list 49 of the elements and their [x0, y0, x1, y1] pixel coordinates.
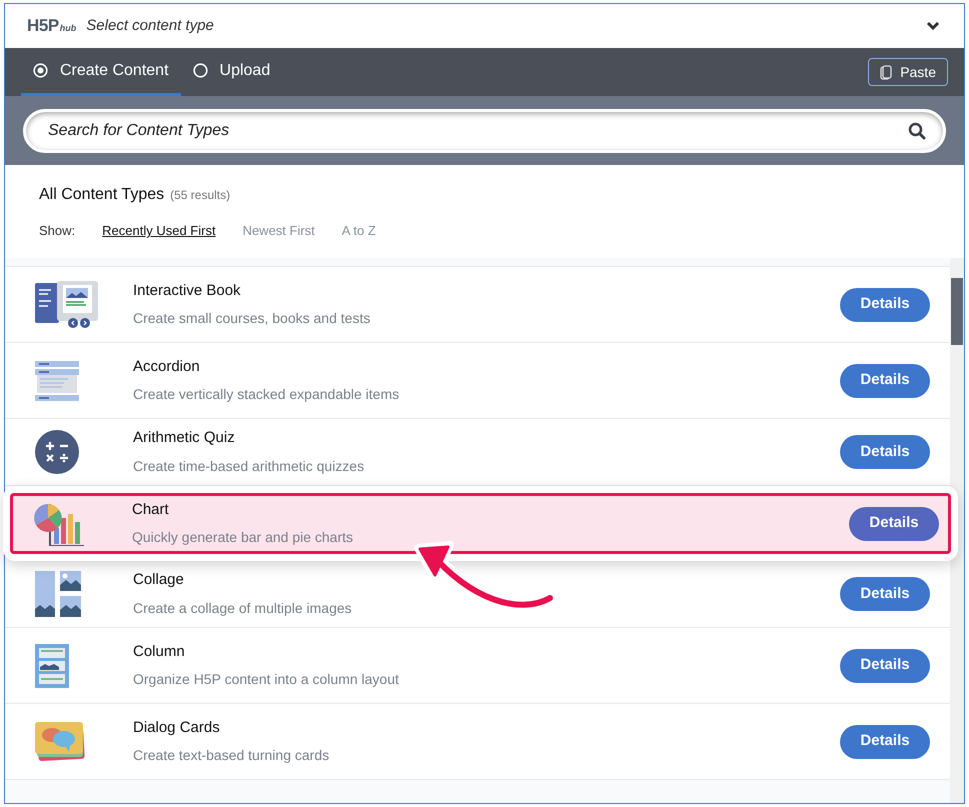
list-row[interactable]: Accordion Create vertically stacked expandable items Details — [5, 343, 950, 419]
list-row[interactable]: Interactive Book Create small courses, books and tests Details — [5, 267, 950, 343]
list-row[interactable]: Column Organize H5P content into a column layout Details — [5, 628, 950, 704]
details-button[interactable]: Details — [849, 506, 939, 540]
cards-icon — [35, 722, 87, 762]
content-type-title: Dialog Cards — [133, 718, 221, 738]
content-type-description: Create vertically stacked expandable items — [133, 385, 400, 404]
results-count: (55 results) — [170, 187, 230, 204]
content-type-title: Interactive Book — [133, 280, 242, 301]
search-field[interactable]: Search for Content Types — [23, 108, 946, 152]
paste-button[interactable]: Paste — [868, 58, 948, 86]
accordion-icon — [35, 360, 79, 400]
show-label: Show: — [39, 222, 76, 240]
content-type-description: Create small courses, books and tests — [133, 309, 372, 328]
column-layout-icon — [35, 644, 69, 688]
details-button[interactable]: Details — [840, 435, 930, 469]
tab[interactable]: Upload — [180, 48, 282, 96]
clipboard-icon — [880, 64, 892, 80]
chart-icon — [34, 502, 86, 546]
details-button[interactable]: Details — [840, 288, 930, 322]
content-type-title: Column — [133, 642, 186, 662]
content-type-title: Accordion — [133, 356, 201, 377]
details-button[interactable]: Details — [840, 577, 930, 611]
details-button[interactable]: Details — [840, 648, 930, 682]
content-type-description: Create text-based turning cards — [133, 746, 330, 766]
search-icon[interactable] — [908, 122, 926, 140]
content-type-title: Chart — [132, 500, 170, 520]
collage-icon — [35, 571, 81, 617]
radio-checked-icon — [33, 63, 48, 78]
list-title: All Content Types — [39, 185, 164, 205]
content-type-title: Arithmetic Quiz — [133, 428, 236, 448]
radio-icon — [192, 63, 208, 78]
math-operators-icon — [35, 430, 79, 474]
header-title: Select content type — [86, 16, 214, 36]
chevron-down-icon[interactable] — [926, 21, 940, 31]
details-button[interactable]: Details — [840, 364, 930, 398]
scrollbar[interactable] — [950, 258, 964, 803]
hub-logo: H5Phub — [27, 15, 76, 38]
list-row[interactable]: Dialog Cards Create text-based turning cards Details — [5, 704, 950, 780]
content-type-description: Create a collage of multiple images — [133, 598, 353, 618]
book-icon — [35, 280, 99, 328]
content-type-description: Create time-based arithmetic quizzes — [133, 456, 366, 476]
content-type-description: Organize H5P content into a column layout — [133, 670, 400, 690]
content-type-description: Quickly generate bar and pie charts — [132, 528, 354, 548]
details-button[interactable]: Details — [840, 724, 930, 758]
sort-option[interactable]: Recently Used First — [102, 221, 216, 240]
list-row[interactable]: Collage Create a collage of multiple images Details — [5, 561, 950, 628]
scrollbar-thumb[interactable] — [951, 278, 963, 345]
content-type-title: Collage — [133, 570, 185, 590]
